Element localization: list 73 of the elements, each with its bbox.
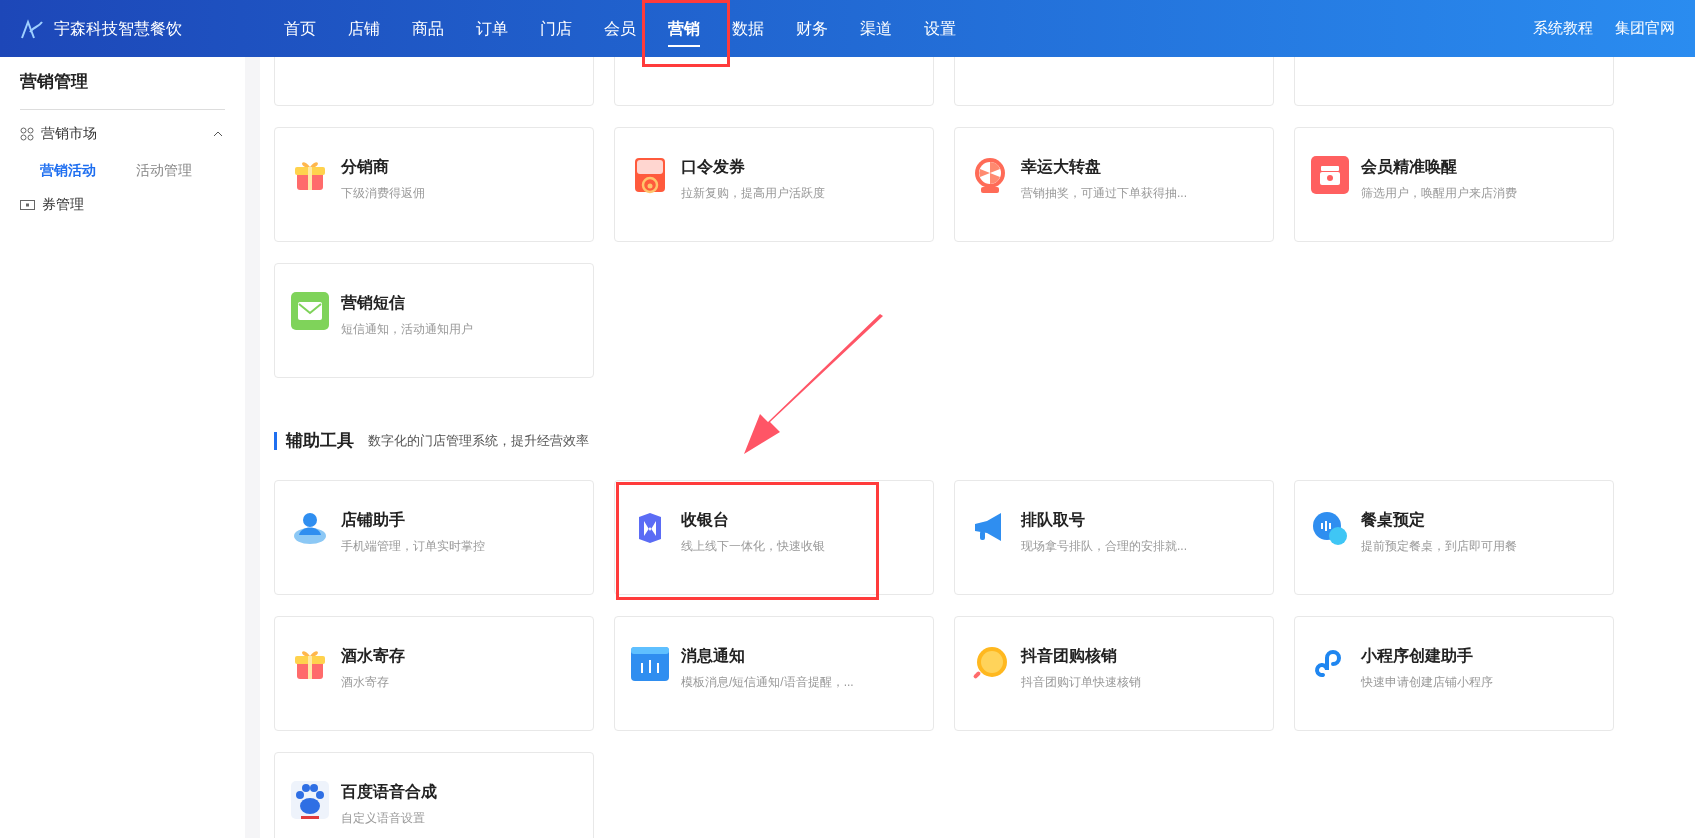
sidebar-item[interactable]: 营销市场	[20, 121, 225, 146]
card-description: 营销抽奖，可通过下单获得抽...	[1021, 185, 1187, 201]
tool-card[interactable]: 消息通知 模板消息/短信通知/语音提醒，...	[614, 615, 934, 731]
card-description: 模板消息/短信通知/语音提醒，...	[681, 673, 854, 690]
card-description: 筛选用户，唤醒用户来店消费	[1361, 185, 1517, 201]
sidebar-title: 营销管理	[20, 69, 225, 110]
tool-card[interactable]: 分销商 下级消费得返佣	[274, 127, 594, 242]
tool-card[interactable]: 店铺助手 手机端管理，订单实时掌控	[274, 479, 594, 595]
nav-tab[interactable]: 店铺	[348, 0, 380, 57]
sidebar-item[interactable]: 券管理	[20, 192, 225, 217]
nav-tab[interactable]: 渠道	[860, 0, 892, 57]
card-title: 消息通知	[681, 645, 746, 666]
card-title: 小程序创建助手	[1361, 645, 1474, 666]
tool-card[interactable]: 会员精准唤醒 筛选用户，唤醒用户来店消费	[1294, 127, 1614, 242]
card-description: 手机端管理，订单实时掌控	[341, 537, 485, 554]
nav-tab[interactable]: 营销	[668, 0, 700, 57]
card-title: 排队取号	[1021, 509, 1086, 530]
tool-card[interactable]: 口令发券 拉新复购，提高用户活跃度	[614, 127, 934, 242]
sidebar-subitem[interactable]: 活动管理	[136, 159, 192, 181]
nav-tab[interactable]: 数据	[732, 0, 764, 57]
tool-card[interactable]: 餐桌预定 提前预定餐桌，到店即可用餐	[1294, 479, 1614, 595]
card-description: 抖音团购订单快速核销	[1021, 673, 1141, 690]
tool-card[interactable]: 营销短信 短信通知，活动通知用户	[274, 263, 594, 378]
sidebar-item-label: 券管理	[42, 195, 84, 214]
sidebar-subitem[interactable]: 营销活动	[40, 159, 96, 181]
section-subtitle: 数字化的门店管理系统，提升经营效率	[368, 432, 589, 450]
tool-card[interactable]: 小程序创建助手 快速申请创建店铺小程序	[1294, 615, 1614, 731]
chevron-icon	[213, 130, 223, 137]
header-link[interactable]: 系统教程	[1533, 17, 1593, 40]
card-title: 抖音团购核销	[1021, 645, 1118, 666]
nav-tab[interactable]: 订单	[476, 0, 508, 57]
card-title: 幸运大转盘	[1021, 157, 1102, 177]
mail-icon	[291, 292, 329, 330]
card-description: 快速申请创建店铺小程序	[1361, 673, 1493, 690]
message-window-icon	[631, 644, 669, 683]
card-title: 酒水寄存	[341, 645, 405, 666]
brand-name: 宇森科技智慧餐饮	[54, 18, 183, 39]
card-description: 自定义语音设置	[341, 809, 426, 826]
section-title: 辅助工具	[286, 430, 354, 452]
tool-card[interactable]: 酒水寄存 酒水寄存	[274, 615, 594, 731]
nav-tab[interactable]: 会员	[604, 0, 636, 57]
card-description: 酒水寄存	[341, 673, 390, 690]
brand-logo-icon	[20, 17, 44, 40]
card-title: 店铺助手	[341, 509, 406, 530]
nav-tab[interactable]: 首页	[284, 0, 316, 57]
tool-card[interactable]: 收银台 线上线下一体化，快速收银	[614, 479, 934, 595]
tool-card[interactable]: 百度语音合成 自定义语音设置	[274, 751, 594, 838]
nav-tab[interactable]: 设置	[924, 0, 956, 57]
nav-tab[interactable]: 财务	[796, 0, 828, 57]
paw-icon	[291, 780, 329, 819]
card-title: 收银台	[681, 509, 730, 530]
card-title: 分销商	[341, 157, 390, 177]
coupon-icon	[1311, 156, 1349, 194]
card-description: 线上线下一体化，快速收银	[681, 537, 825, 554]
nav-tab[interactable]: 门店	[540, 0, 572, 57]
card-title: 餐桌预定	[1361, 509, 1426, 530]
header-link[interactable]: 集团官网	[1615, 17, 1675, 40]
card-title: 口令发券	[681, 157, 746, 177]
card-description: 提前预定餐桌，到店即可用餐	[1361, 537, 1517, 554]
ticket-icon	[20, 198, 35, 211]
tool-card[interactable]: 抖音团购核销 抖音团购订单快速核销	[954, 615, 1274, 731]
card-title: 营销短信	[341, 293, 406, 313]
card-description: 现场拿号排队，合理的安排就...	[1021, 537, 1187, 554]
grid-icon	[20, 126, 34, 141]
card-description: 下级消费得返佣	[341, 185, 425, 201]
card-title: 百度语音合成	[341, 781, 437, 802]
card-description: 短信通知，活动通知用户	[341, 321, 473, 337]
tool-card[interactable]: 排队取号 现场拿号排队，合理的安排就...	[954, 479, 1274, 595]
card-description: 拉新复购，提高用户活跃度	[681, 185, 825, 201]
tool-card[interactable]: 幸运大转盘 营销抽奖，可通过下单获得抽...	[954, 127, 1274, 242]
card-title: 会员精准唤醒	[1361, 157, 1458, 177]
sidebar-item-label: 营销市场	[41, 124, 97, 143]
nav-tab[interactable]: 商品	[412, 0, 444, 57]
